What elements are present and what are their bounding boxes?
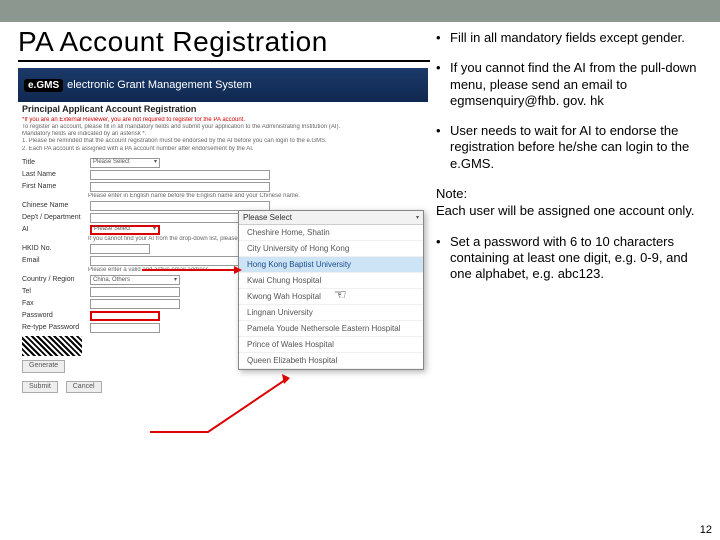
instruction-bullets-2: •Set a password with 6 to 10 characters … (436, 234, 710, 283)
bullet-3: User needs to wait for AI to endorse the… (450, 123, 710, 172)
ai-select[interactable]: Please Select▾ (90, 225, 160, 235)
chevron-down-icon: ▾ (416, 214, 419, 221)
label-password: Password (22, 312, 86, 320)
generate-button[interactable]: Generate (22, 360, 65, 372)
label-fax: Fax (22, 300, 86, 308)
label-country: Country / Region (22, 276, 86, 284)
title-select[interactable]: Please Select▾ (90, 158, 160, 168)
ai-option[interactable]: Kwong Wah Hospital (239, 289, 423, 305)
form-intro-3: 1. Please be reminded that the account r… (18, 138, 428, 145)
chevron-down-icon: ▾ (154, 159, 157, 166)
form-intro-4: 2. Each PA account is assigned with a PA… (18, 146, 428, 153)
egms-banner-text: electronic Grant Management System (67, 79, 252, 91)
screenshot-form: e.GMS electronic Grant Management System… (18, 68, 428, 472)
hand-cursor-icon: ☜ (334, 286, 347, 303)
label-tel: Tel (22, 288, 86, 296)
ai-option[interactable]: Hong Kong Baptist University (239, 257, 423, 273)
chevron-down-icon: ▾ (153, 226, 156, 233)
form-heading: Principal Applicant Account Registration (18, 102, 428, 117)
form-intro-2: Mandatory fields are indicated by an ast… (18, 131, 428, 138)
firstname-input[interactable] (90, 182, 270, 192)
ai-option[interactable]: Lingnan University (239, 305, 423, 321)
fax-input[interactable] (90, 299, 180, 309)
note-text: Note:Each user will be assigned one acco… (436, 186, 710, 220)
form-intro-1: To register an account, please fill in a… (18, 124, 428, 131)
bullet-1: Fill in all mandatory fields except gend… (450, 30, 710, 46)
label-dept: Dep't / Department (22, 214, 86, 222)
label-cname: Chinese Name (22, 202, 86, 210)
hkid-input[interactable] (90, 244, 150, 254)
label-title: Title (22, 159, 86, 167)
form-intro-red: *If you are an External Reviewer, you ar… (18, 117, 428, 124)
ai-dropdown-popup: Please Select ▾ Cheshire Home, ShatinCit… (238, 210, 424, 370)
popup-list: Cheshire Home, ShatinCity University of … (239, 225, 423, 369)
ai-option[interactable]: Cheshire Home, Shatin (239, 225, 423, 241)
ai-option[interactable]: City University of Hong Kong (239, 241, 423, 257)
callout-arrow-password (148, 374, 290, 434)
chevron-down-icon: ▾ (174, 277, 177, 284)
slide-topbar (0, 0, 720, 22)
ai-option[interactable]: Kwai Chung Hospital (239, 273, 423, 289)
label-firstname: First Name (22, 183, 86, 191)
ai-option[interactable]: Prince of Wales Hospital (239, 337, 423, 353)
password-input[interactable] (90, 311, 160, 321)
label-email: Email (22, 257, 86, 265)
label-ai: AI (22, 226, 86, 234)
submit-button[interactable]: Submit (22, 381, 58, 393)
label-hkid: HKID No. (22, 245, 86, 253)
cname-hint: Please enter in English name before the … (18, 193, 428, 200)
ai-option[interactable]: Pamela Youde Nethersole Eastern Hospital (239, 321, 423, 337)
ai-option[interactable]: Queen Elizabeth Hospital (239, 353, 423, 369)
captcha-image (22, 336, 82, 356)
instruction-bullets: •Fill in all mandatory fields except gen… (436, 30, 710, 172)
bullet-4: Set a password with 6 to 10 characters c… (450, 234, 710, 283)
popup-header: Please Select ▾ (239, 211, 423, 225)
egms-logo: e.GMS (24, 79, 63, 92)
page-number: 12 (700, 524, 712, 536)
bullet-2: If you cannot find the AI from the pull-… (450, 60, 710, 109)
callout-arrow-ai (142, 262, 242, 272)
cancel-button[interactable]: Cancel (66, 381, 102, 393)
label-lastname: Last Name (22, 171, 86, 179)
country-select[interactable]: China, Others▾ (90, 275, 180, 285)
label-pwconfirm: Re-type Password (22, 324, 86, 332)
lastname-input[interactable] (90, 170, 270, 180)
tel-input[interactable] (90, 287, 180, 297)
page-title: PA Account Registration (18, 26, 430, 62)
password-confirm-input[interactable] (90, 323, 160, 333)
egms-banner: e.GMS electronic Grant Management System (18, 68, 428, 102)
